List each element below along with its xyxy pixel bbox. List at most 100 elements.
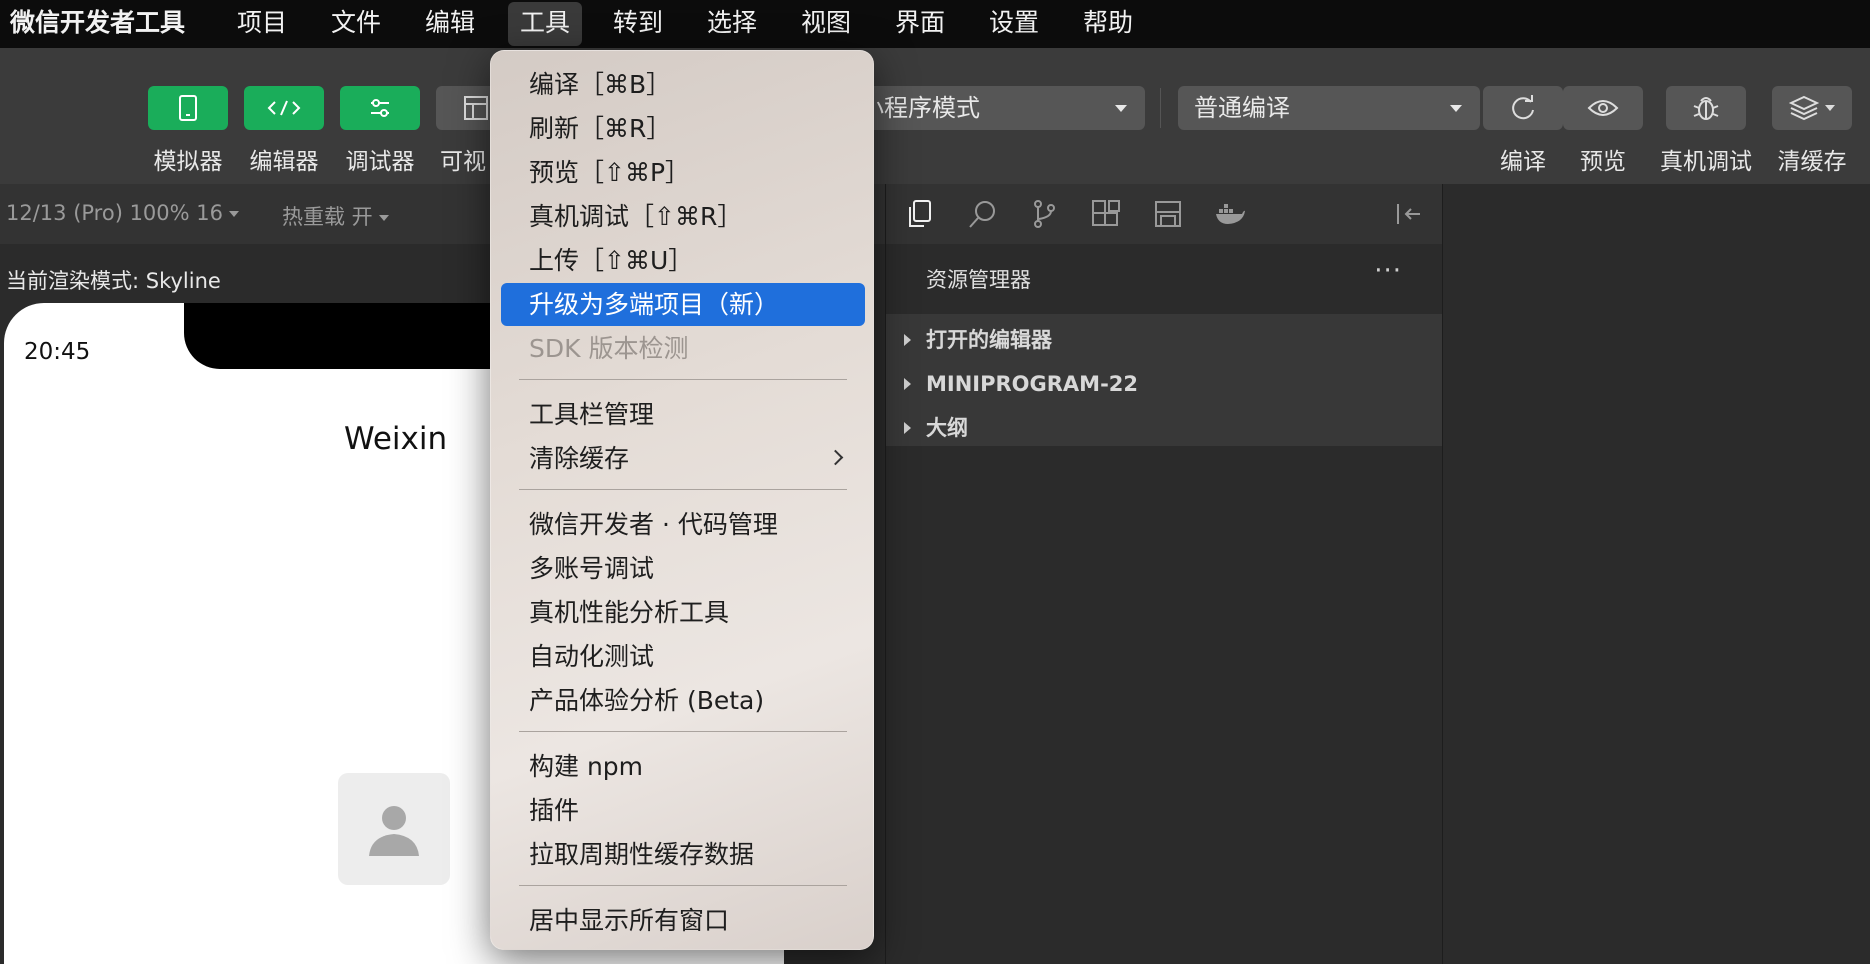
toolbar: 模拟器 编辑器 调试器 可视 小程序模式 普通编译 编译 预览 真机调试 清缓存 [0, 48, 1870, 184]
app-menu[interactable]: 微信开发者工具 [10, 0, 185, 48]
preview-button[interactable] [1563, 86, 1643, 130]
menu-separator [519, 489, 847, 490]
docker-tab[interactable] [1212, 196, 1248, 232]
phone-icon [179, 95, 197, 121]
extensions-tab[interactable] [1088, 196, 1124, 232]
menu-help[interactable]: 帮助 [1083, 0, 1133, 48]
section-label: MINIPROGRAM-22 [926, 372, 1139, 396]
menu-item-automation-test[interactable]: 自动化测试 [501, 635, 865, 678]
page-title: Weixin [344, 421, 448, 457]
section-label: 大纲 [926, 416, 968, 440]
menu-settings[interactable]: 设置 [989, 0, 1039, 48]
clear-cache-button[interactable] [1772, 86, 1852, 130]
docker-icon [1216, 204, 1245, 224]
explorer-tabs [886, 184, 1443, 244]
menu-separator [519, 731, 847, 732]
user-icon [369, 806, 419, 856]
editor-area [1442, 184, 1870, 964]
bug-icon [1693, 97, 1719, 120]
simulator-button[interactable] [148, 86, 228, 130]
divider [1160, 88, 1161, 128]
chevron-right-icon [904, 334, 911, 346]
chevron-down-icon [378, 215, 389, 221]
menu-separator [519, 885, 847, 886]
menu-item-remote-debug[interactable]: 真机调试［⇧⌘R］ [501, 195, 865, 238]
hot-reload-select[interactable]: 热重载 开 [282, 201, 389, 231]
refresh-icon [1512, 95, 1534, 120]
search-icon [969, 201, 995, 228]
collapse-panel-button[interactable] [1391, 196, 1427, 232]
menu-item-compile[interactable]: 编译［⌘B］ [501, 63, 865, 106]
code-icon [267, 100, 301, 116]
collapse-left-icon [1397, 204, 1420, 224]
source-control-tab[interactable] [1026, 196, 1062, 232]
storage-tab[interactable] [1150, 196, 1186, 232]
editor-label: 编辑器 [249, 149, 319, 175]
editor-button[interactable] [244, 86, 324, 130]
layers-icon [1789, 95, 1819, 121]
menu-item-plugins[interactable]: 插件 [501, 789, 865, 832]
chevron-down-icon [229, 211, 240, 217]
menu-item-upgrade-multi-platform[interactable]: 升级为多端项目（新） [501, 283, 865, 326]
debugger-label: 调试器 [345, 149, 415, 175]
mode-select[interactable]: 小程序模式 [830, 86, 1145, 130]
explorer-tree: 打开的编辑器 MINIPROGRAM-22 大纲 [886, 314, 1443, 446]
menu-item-experience-analysis[interactable]: 产品体验分析 (Beta) [501, 679, 865, 722]
chevron-down-icon [1115, 105, 1127, 112]
eye-icon [1587, 100, 1619, 116]
chevron-right-icon [904, 378, 911, 390]
status-clock: 20:45 [24, 339, 91, 365]
menu-item-performance-tool[interactable]: 真机性能分析工具 [501, 591, 865, 634]
section-open-editors[interactable]: 打开的编辑器 [886, 318, 1443, 362]
section-label: 打开的编辑器 [926, 328, 1052, 352]
menu-item-upload[interactable]: 上传［⇧⌘U］ [501, 239, 865, 282]
compile-button[interactable] [1483, 86, 1563, 130]
remote-debug-button[interactable] [1666, 86, 1746, 130]
menu-item-preview[interactable]: 预览［⇧⌘P］ [501, 151, 865, 194]
menu-bar: 微信开发者工具 项目 文件 编辑 工具 转到 选择 视图 界面 设置 帮助 [0, 0, 1870, 48]
menu-interface[interactable]: 界面 [895, 0, 945, 48]
menu-select[interactable]: 选择 [707, 0, 757, 48]
more-icon[interactable]: ··· [1374, 256, 1402, 286]
sliders-icon [371, 99, 389, 117]
chevron-down-icon [1450, 105, 1462, 112]
mode-select-value: 小程序模式 [860, 94, 980, 122]
menu-item-fetch-periodic-cache[interactable]: 拉取周期性缓存数据 [501, 833, 865, 876]
menu-item-clear-cache[interactable]: 清除缓存 [501, 437, 865, 480]
compile-select[interactable]: 普通编译 [1178, 86, 1480, 130]
compile-label: 编译 [1500, 149, 1546, 175]
menu-view[interactable]: 视图 [801, 0, 851, 48]
section-project[interactable]: MINIPROGRAM-22 [886, 362, 1443, 406]
menu-item-build-npm[interactable]: 构建 npm [501, 745, 865, 788]
menu-item-toolbar-management[interactable]: 工具栏管理 [501, 393, 865, 436]
clear-cache-label: 清缓存 [1777, 149, 1847, 175]
section-outline[interactable]: 大纲 [886, 406, 1443, 450]
menu-item-sdk-version-check: SDK 版本检测 [529, 334, 689, 363]
menu-file[interactable]: 文件 [331, 0, 381, 48]
debugger-button[interactable] [340, 86, 420, 130]
chevron-down-icon [1825, 105, 1835, 111]
tools-menu: 编译［⌘B］ 刷新［⌘R］ 预览［⇧⌘P］ 真机调试［⇧⌘R］ 上传［⇧⌘U］ … [490, 50, 874, 950]
menu-edit[interactable]: 编辑 [425, 0, 475, 48]
extensions-icon [1092, 200, 1120, 226]
menu-item-multi-account-debug[interactable]: 多账号调试 [501, 547, 865, 590]
menu-item-code-management[interactable]: 微信开发者 · 代码管理 [501, 503, 865, 546]
hot-reload-value: 热重载 开 [282, 205, 373, 229]
git-branch-icon [1034, 200, 1055, 228]
menu-goto[interactable]: 转到 [613, 0, 663, 48]
device-select-value: 12/13 (Pro) 100% 16 [6, 201, 224, 225]
explorer-title: 资源管理器 [926, 268, 1031, 292]
device-select[interactable]: 12/13 (Pro) 100% 16 [6, 201, 240, 225]
menu-item-center-windows[interactable]: 居中显示所有窗口 [501, 899, 865, 942]
search-tab[interactable] [964, 196, 1000, 232]
preview-label: 预览 [1580, 149, 1626, 175]
chevron-right-icon [904, 422, 911, 434]
files-tab[interactable] [902, 196, 938, 232]
menu-tools[interactable]: 工具 [508, 2, 583, 46]
avatar[interactable] [338, 773, 450, 885]
storage-icon [1155, 201, 1181, 227]
layout-icon [464, 96, 488, 120]
menu-item-label: 清除缓存 [529, 444, 630, 473]
menu-item-refresh[interactable]: 刷新［⌘R］ [501, 107, 865, 150]
menu-project[interactable]: 项目 [237, 0, 287, 48]
